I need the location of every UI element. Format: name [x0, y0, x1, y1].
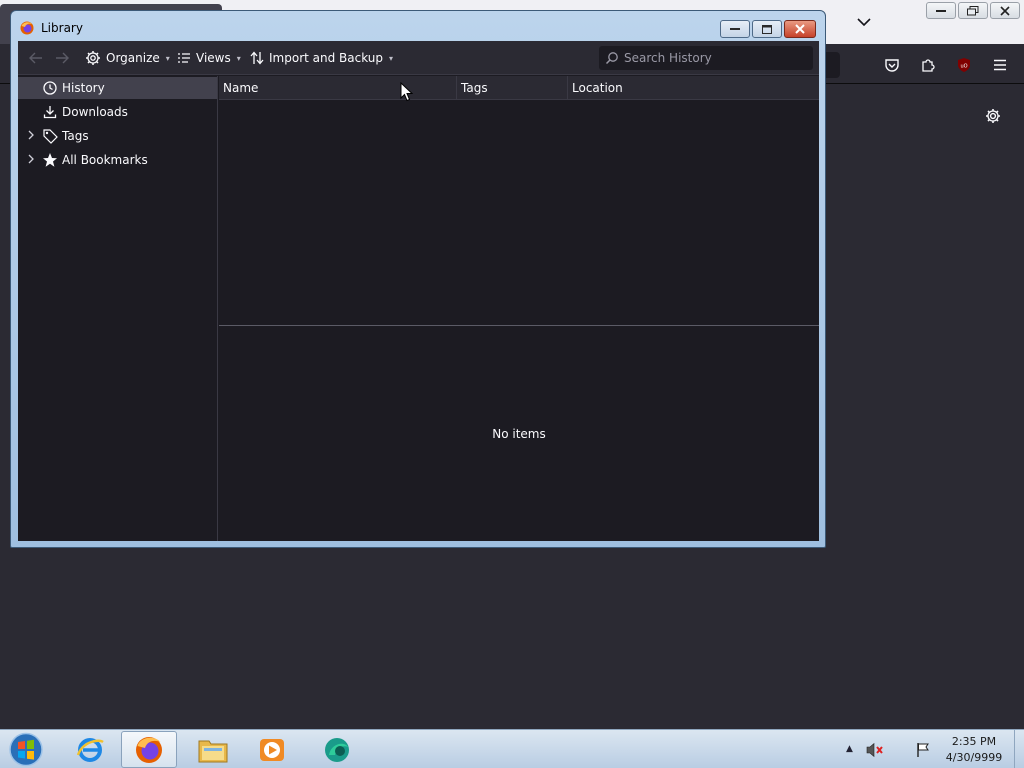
- library-maximize-button[interactable]: [752, 20, 782, 38]
- customize-newtab-button[interactable]: [980, 104, 1006, 128]
- library-window: Library Organize ▾ Views ▾ Import and Ba…: [10, 10, 826, 548]
- show-desktop-button[interactable]: [1014, 730, 1024, 768]
- clock-date: 4/30/9999: [945, 751, 1003, 764]
- search-history-box[interactable]: [599, 46, 813, 70]
- taskbar-file-explorer[interactable]: [185, 731, 241, 768]
- chevron-down-icon: ▾: [389, 53, 394, 63]
- browser-window-controls: [926, 2, 1020, 19]
- import-backup-menu-button[interactable]: Import and Backup ▾: [250, 41, 393, 75]
- minimize-icon: [730, 28, 740, 30]
- sidebar-item-label: Tags: [62, 129, 89, 143]
- internet-explorer-icon: [76, 737, 104, 762]
- column-header-row: Name Tags Location: [219, 76, 819, 100]
- chevron-right-icon[interactable]: [26, 154, 36, 167]
- firefox-icon: [20, 21, 34, 35]
- pocket-button[interactable]: [878, 52, 906, 78]
- firefox-icon: [136, 736, 162, 763]
- library-minimize-button[interactable]: [720, 20, 750, 38]
- no-items-text: No items: [492, 426, 546, 441]
- clock-time: 2:35 PM: [951, 735, 997, 748]
- mouse-cursor-icon: [400, 82, 414, 102]
- restore-icon: [967, 5, 979, 15]
- details-pane: No items: [219, 326, 819, 541]
- library-toolbar: Organize ▾ Views ▾ Import and Backup ▾: [18, 41, 819, 75]
- maximize-icon: [762, 24, 772, 34]
- ublock-origin-icon: uO: [958, 58, 970, 72]
- library-client-area: Organize ▾ Views ▾ Import and Backup ▾ S…: [18, 41, 819, 541]
- download-icon: [42, 104, 58, 120]
- taskbar-firefox[interactable]: [121, 731, 177, 768]
- library-close-button[interactable]: [784, 20, 816, 38]
- taskbar-clock[interactable]: 2:35 PM 4/30/9999: [938, 734, 1010, 766]
- column-header-name[interactable]: Name: [219, 76, 457, 100]
- browser-restore-button[interactable]: [958, 2, 988, 19]
- places-sidebar: History Downloads Tags All Bookmarks: [18, 76, 218, 541]
- browser-minimize-button[interactable]: [926, 2, 956, 19]
- close-icon: [1000, 5, 1010, 16]
- volume-muted-icon[interactable]: [866, 741, 884, 759]
- gear-icon: [86, 51, 100, 65]
- action-center-flag-icon[interactable]: [914, 741, 932, 759]
- browser-close-button[interactable]: [990, 2, 1020, 19]
- taskbar: ▲ 2:35 PM 4/30/9999: [0, 729, 1024, 768]
- arrow-right-icon: [56, 52, 69, 64]
- file-explorer-icon: [198, 740, 228, 762]
- chevron-right-icon[interactable]: [26, 130, 36, 143]
- import-export-icon: [250, 51, 264, 65]
- puzzle-icon: [922, 59, 935, 72]
- minimize-icon: [936, 9, 946, 12]
- sidebar-item-label: Downloads: [62, 105, 128, 119]
- taskbar-internet-explorer[interactable]: [62, 731, 118, 768]
- start-button[interactable]: [6, 731, 46, 768]
- history-list[interactable]: [219, 100, 819, 325]
- views-label: Views: [196, 51, 231, 65]
- organize-label: Organize: [106, 51, 160, 65]
- close-icon: [795, 24, 805, 34]
- arrow-left-icon: [29, 52, 42, 64]
- star-icon: [42, 152, 58, 168]
- app-menu-button[interactable]: [986, 52, 1014, 78]
- sidebar-item-label: All Bookmarks: [62, 153, 148, 167]
- sidebar-item-tags[interactable]: Tags: [18, 125, 217, 147]
- ublock-origin-button[interactable]: uO: [950, 52, 978, 78]
- views-menu-button[interactable]: Views ▾: [177, 41, 241, 75]
- sidebar-item-label: History: [62, 81, 105, 95]
- chevron-down-icon: ▾: [165, 53, 170, 63]
- taskbar-media-player[interactable]: [244, 731, 300, 768]
- organize-menu-button[interactable]: Organize ▾: [85, 41, 170, 75]
- hamburger-menu-icon: [994, 59, 1006, 71]
- pocket-icon: [885, 59, 899, 72]
- clock-icon: [42, 80, 58, 96]
- svg-text:uO: uO: [960, 64, 967, 70]
- list-all-tabs-button[interactable]: [848, 8, 880, 36]
- library-titlebar[interactable]: Library: [11, 11, 825, 41]
- import-backup-label: Import and Backup: [269, 51, 384, 65]
- gear-icon: [986, 109, 1000, 123]
- sidebar-item-all-bookmarks[interactable]: All Bookmarks: [18, 149, 217, 171]
- extensions-button[interactable]: [914, 52, 942, 78]
- column-header-tags[interactable]: Tags: [457, 76, 568, 100]
- search-icon: [605, 52, 618, 65]
- forward-button[interactable]: [52, 49, 72, 67]
- places-content: Name Tags Location No items: [219, 76, 819, 541]
- search-history-input[interactable]: [624, 51, 804, 65]
- show-hidden-icons-button[interactable]: ▲: [846, 744, 853, 754]
- back-button[interactable]: [26, 49, 46, 67]
- chevron-down-icon: ▾: [236, 53, 241, 63]
- library-window-title: Library: [41, 21, 83, 35]
- taskbar-app[interactable]: [309, 731, 365, 768]
- media-player-icon: [260, 738, 284, 761]
- list-view-icon: [178, 53, 190, 63]
- sidebar-item-downloads[interactable]: Downloads: [18, 101, 217, 123]
- library-window-controls: [720, 20, 816, 38]
- chevron-down-icon: [857, 18, 871, 27]
- sidebar-item-history[interactable]: History: [18, 77, 217, 99]
- tag-icon: [42, 128, 58, 144]
- windows-start-icon: [9, 732, 43, 767]
- app-icon: [325, 737, 349, 762]
- column-header-location[interactable]: Location: [568, 76, 819, 100]
